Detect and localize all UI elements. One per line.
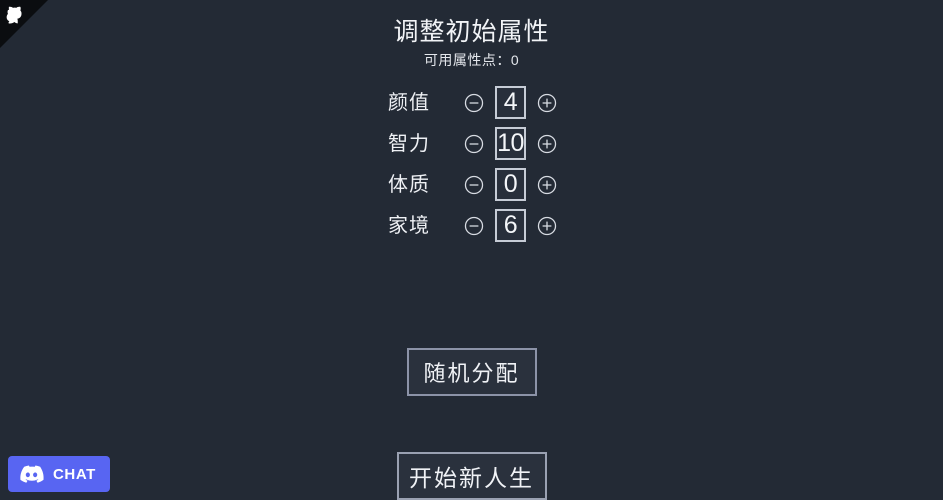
corner-ribbon[interactable] <box>0 0 48 48</box>
octocat-corner-icon <box>5 4 27 26</box>
circle-minus-icon[interactable] <box>462 214 486 238</box>
page-title: 调整初始属性 <box>393 18 550 46</box>
circle-plus-icon[interactable] <box>535 91 559 115</box>
attribute-label: 智力 <box>388 132 430 155</box>
circle-minus-icon[interactable] <box>462 132 486 156</box>
available-points-label: 可用属性点：0 <box>423 52 520 68</box>
attribute-row: 颜值 4 <box>384 82 559 123</box>
attribute-row: 体质 0 <box>384 164 559 205</box>
attribute-value[interactable]: 0 <box>495 168 526 201</box>
attribute-label: 体质 <box>388 173 430 196</box>
attribute-value[interactable]: 4 <box>495 86 526 119</box>
attribute-row: 家境 6 <box>384 205 559 246</box>
attribute-value[interactable]: 6 <box>495 209 526 242</box>
start-new-life-button[interactable]: 开始新人生 <box>396 452 547 500</box>
circle-minus-icon[interactable] <box>462 173 486 197</box>
circle-plus-icon[interactable] <box>535 214 559 238</box>
attribute-row: 智力 10 <box>384 123 559 164</box>
attribute-label: 颜值 <box>388 91 430 114</box>
discord-chat-button[interactable]: CHAT <box>8 456 110 492</box>
attribute-label: 家境 <box>388 214 430 237</box>
attribute-panel: 调整初始属性 可用属性点：0 颜值 4 智力 10 体质 0 家境 6 随机分配… <box>262 0 682 500</box>
discord-chat-label: CHAT <box>53 465 96 483</box>
circle-plus-icon[interactable] <box>535 173 559 197</box>
circle-minus-icon[interactable] <box>462 91 486 115</box>
attribute-value[interactable]: 10 <box>495 127 526 160</box>
circle-plus-icon[interactable] <box>535 132 559 156</box>
attribute-list: 颜值 4 智力 10 体质 0 家境 6 <box>384 82 559 246</box>
main-stage: 调整初始属性 可用属性点：0 颜值 4 智力 10 体质 0 家境 6 随机分配… <box>0 0 943 500</box>
random-assign-button[interactable]: 随机分配 <box>406 348 537 396</box>
discord-icon <box>19 462 44 487</box>
